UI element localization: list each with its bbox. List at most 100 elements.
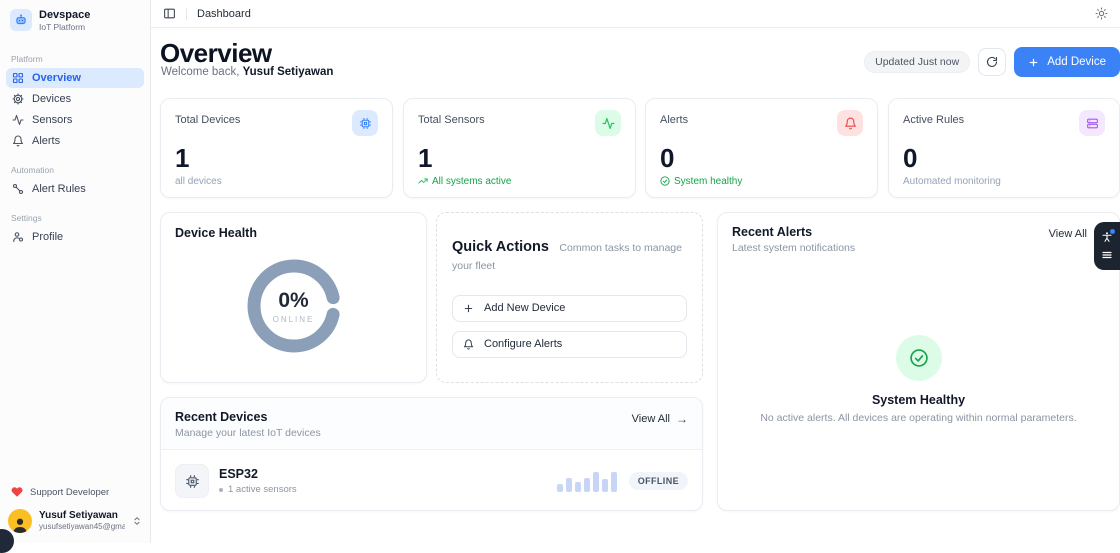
donut-percent: 0%	[278, 288, 309, 312]
recent-devices-view-all-link[interactable]: View All →	[632, 410, 688, 426]
quick-actions-header: Quick Actions Common tasks to manage you…	[452, 238, 687, 274]
user-email: yusufsetiyawan45@gmail.c...	[39, 521, 125, 531]
stat-card-alerts: Alerts 0 System healthy	[645, 98, 878, 198]
avatar	[8, 509, 32, 533]
nav-section-label-settings: Settings	[11, 212, 42, 223]
brand-subtitle: IoT Platform	[39, 21, 86, 32]
brand-name: Devspace	[39, 9, 91, 21]
sidebar-item-label: Alert Rules	[32, 182, 86, 195]
support-developer-label: Support Developer	[30, 486, 110, 498]
sidebar-item-label: Sensors	[32, 113, 73, 126]
stat-value: 1	[175, 143, 190, 173]
stat-subtitle: Automated monitoring	[903, 175, 1001, 187]
recent-devices-card: Recent Devices Manage your latest IoT de…	[160, 397, 703, 511]
check-circle-icon	[895, 334, 942, 381]
gear-icon	[12, 93, 24, 105]
system-healthy-message: No active alerts. All devices are operat…	[760, 411, 1077, 424]
configure-alerts-button[interactable]: Configure Alerts	[452, 330, 687, 358]
bell-icon	[837, 110, 863, 136]
sun-icon[interactable]	[1095, 7, 1108, 20]
sidebar-item-overview[interactable]: Overview	[6, 67, 144, 88]
panel-left-icon[interactable]	[163, 7, 176, 20]
breadcrumb[interactable]: Dashboard	[197, 8, 251, 20]
nav-section-label-automation: Automation	[11, 164, 54, 175]
recent-devices-title: Recent Devices	[175, 410, 268, 424]
check-circle-icon	[660, 176, 670, 186]
accessibility-widget	[1094, 222, 1120, 270]
chevrons-up-down-icon	[132, 516, 142, 526]
dashboard-grid-icon	[12, 72, 24, 84]
device-health-donut-chart: 0% ONLINE	[244, 256, 344, 356]
add-new-device-button[interactable]: Add New Device	[452, 294, 687, 322]
header-actions: Updated Just now Add Device	[864, 47, 1120, 77]
sidebar-item-alert-rules[interactable]: Alert Rules	[6, 179, 144, 199]
activity-icon	[595, 110, 621, 136]
heart-icon	[11, 486, 23, 498]
stat-value: 1	[418, 143, 433, 173]
stat-label: Total Sensors	[418, 114, 485, 126]
stat-card-total-devices: Total Devices 1 all devices	[160, 98, 393, 198]
cpu-icon	[175, 464, 209, 498]
page-title: Overview	[160, 38, 272, 68]
server-icon	[1079, 110, 1105, 136]
robot-icon	[10, 9, 32, 32]
sidebar-item-label: Profile	[32, 230, 64, 243]
menu-icon[interactable]	[1101, 249, 1113, 261]
updated-badge: Updated Just now	[864, 51, 971, 73]
brand[interactable]: Devspace IoT Platform	[0, 0, 150, 40]
activity-icon	[12, 114, 24, 126]
stat-label: Total Devices	[175, 114, 241, 126]
device-meta: 1 active sensors	[219, 484, 297, 495]
topbar: Dashboard	[151, 0, 1120, 28]
device-health-card: Device Health 0% ONLINE	[160, 212, 427, 383]
plus-icon	[463, 303, 474, 314]
stat-subtitle: System healthy	[660, 176, 863, 187]
accessibility-icon[interactable]	[1101, 229, 1115, 243]
trending-up-icon	[418, 176, 428, 186]
support-developer-link[interactable]: Support Developer	[0, 481, 150, 503]
recent-alerts-card: Recent Alerts Latest system notification…	[717, 212, 1120, 511]
device-health-title: Device Health	[175, 226, 257, 240]
welcome-user-name: Yusuf Setiyawan	[242, 66, 334, 78]
sidebar-item-sensors[interactable]: Sensors	[6, 110, 144, 130]
system-healthy-title: System Healthy	[871, 392, 966, 407]
recent-devices-subtitle: Manage your latest IoT devices	[175, 427, 321, 439]
sidebar-item-devices[interactable]: Devices	[6, 89, 144, 109]
device-name: ESP32	[219, 467, 258, 481]
stat-subtitle: All systems active	[418, 176, 621, 187]
workflow-icon	[12, 183, 24, 195]
status-badge: OFFLINE	[628, 472, 688, 490]
sidebar: Devspace IoT Platform Platform Overview …	[0, 0, 151, 553]
user-menu[interactable]: Yusuf Setiyawan yusufsetiyawan45@gmail.c…	[0, 503, 150, 537]
sidebar-item-profile[interactable]: Profile	[6, 227, 144, 247]
sidebar-item-label: Devices	[32, 92, 72, 105]
stat-value: 0	[660, 143, 675, 173]
sidebar-item-label: Overview	[32, 71, 81, 84]
bell-icon	[12, 135, 24, 147]
status-dot	[219, 487, 223, 492]
nav-section-label-platform: Platform	[11, 53, 43, 64]
add-device-button[interactable]: Add Device	[1014, 47, 1120, 77]
user-name: Yusuf Setiyawan	[39, 509, 118, 521]
notification-dot	[1110, 229, 1115, 234]
device-sparkline-chart	[556, 470, 617, 492]
plus-icon	[1028, 57, 1039, 68]
stat-value: 0	[903, 143, 918, 173]
recent-alerts-subtitle: Latest system notifications	[732, 242, 856, 254]
sidebar-item-label: Alerts	[32, 134, 61, 147]
bell-icon	[463, 338, 474, 350]
user-cog-icon	[12, 231, 24, 243]
recent-alerts-empty-state: System Healthy No active alerts. All dev…	[718, 264, 1119, 494]
recent-alerts-title: Recent Alerts	[732, 225, 813, 239]
stat-label: Alerts	[660, 114, 689, 126]
divider	[186, 7, 187, 20]
stat-card-total-sensors: Total Sensors 1 All systems active	[403, 98, 636, 198]
cpu-icon	[352, 110, 378, 136]
quick-actions-card: Quick Actions Common tasks to manage you…	[436, 212, 703, 383]
sidebar-item-alerts[interactable]: Alerts	[6, 131, 144, 151]
device-row-esp32[interactable]: ESP32 1 active sensors OFFLINE	[161, 450, 702, 512]
refresh-button[interactable]	[978, 48, 1007, 76]
sidebar-footer: Support Developer Yusuf Setiyawan yusufs…	[0, 475, 150, 543]
stat-subtitle: all devices	[175, 175, 222, 187]
stat-card-active-rules: Active Rules 0 Automated monitoring	[888, 98, 1120, 198]
